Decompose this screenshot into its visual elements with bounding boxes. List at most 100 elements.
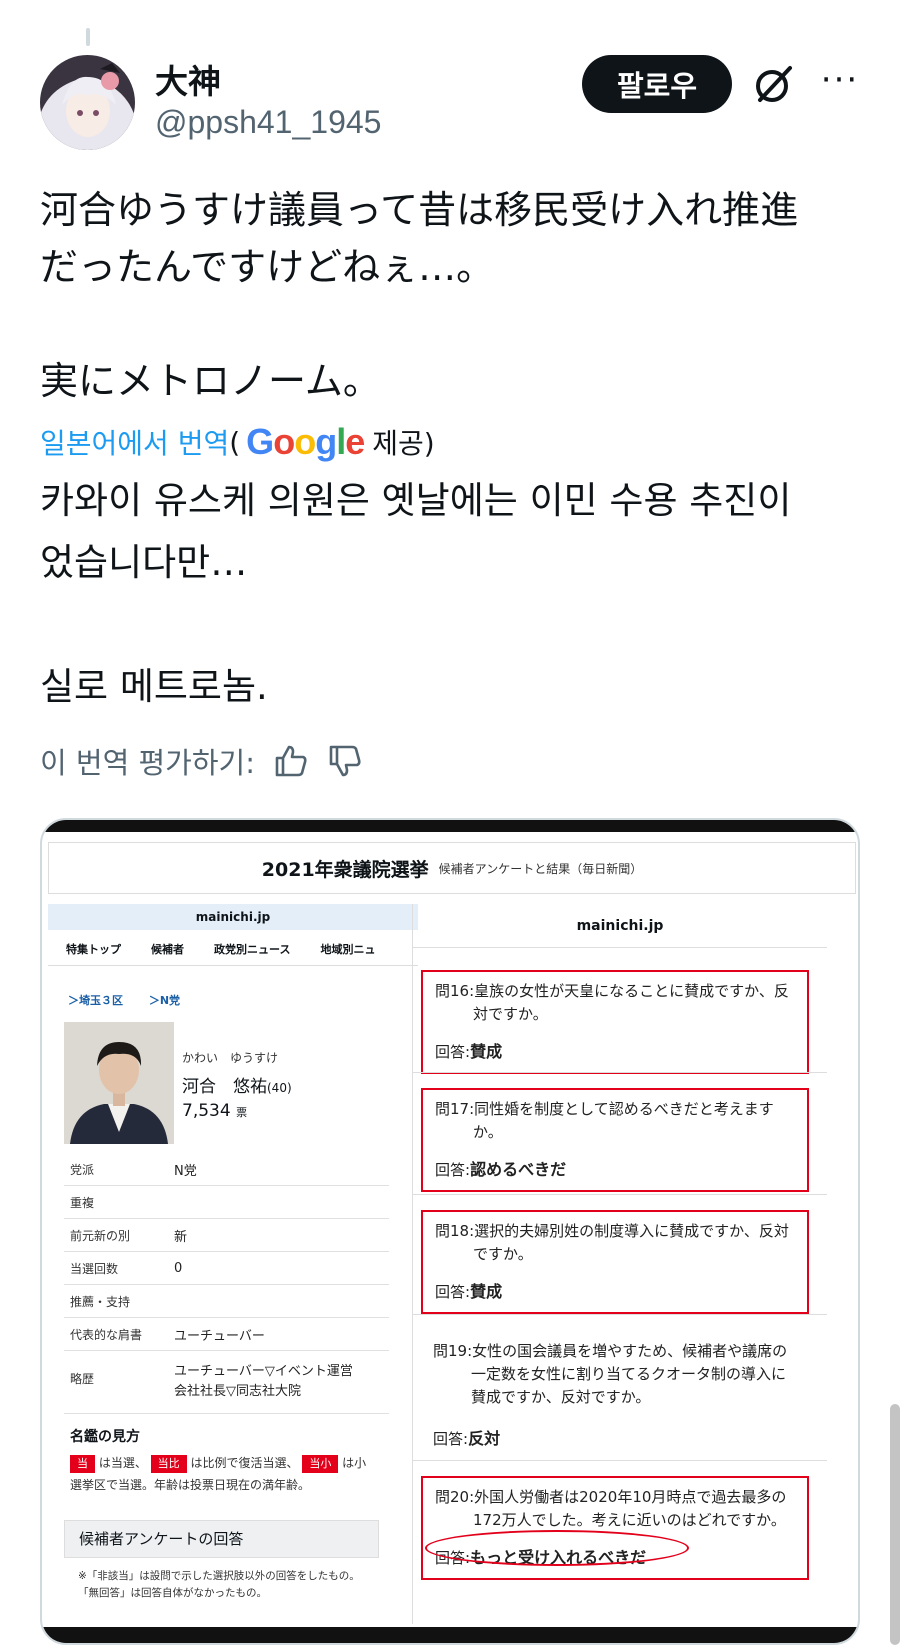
info-key: 重複 (70, 1196, 95, 1210)
info-row: 略歴 ユーチューバー▽イベント運営 会社社長▽同志社大院 (64, 1352, 389, 1414)
info-row: 代表的な肩書 ユーチューバー (64, 1319, 389, 1351)
info-key: 推薦・支持 (70, 1295, 131, 1309)
answer-value: 認めるべきだ (470, 1160, 567, 1179)
nav-item: 地域別ニュ (320, 942, 376, 956)
image-title-bar: 2021年衆議院選挙 候補者アンケートと結果（毎日新聞） (48, 842, 856, 894)
legend-part: は小 (342, 1456, 367, 1470)
red-circle-highlight (425, 1530, 689, 1566)
thread-connector-line (86, 28, 90, 46)
answer-label: 回答: (435, 1283, 471, 1301)
legend-part: 選挙区で当選。年齢は投票日現在の満年齢。 (70, 1478, 311, 1492)
survey-panel: mainichi.jp 問16:皇族の女性が天皇になることに賛成ですか、反対です… (412, 904, 827, 1624)
legend-title: 名鑑の見方 (70, 1429, 140, 1445)
translation-provider-suffix: 제공) (372, 427, 435, 460)
attached-image[interactable]: 2021年衆議院選挙 候補者アンケートと結果（毎日新聞） mainichi.jp… (40, 818, 860, 1645)
info-key: 前元新の別 (70, 1229, 131, 1243)
breadcrumb-party: N党 (159, 994, 181, 1007)
divider (413, 1194, 827, 1195)
survey-question-20: 問20:外国人労働者は2020年10月時点で過去最多の172万人でした。考えに近… (421, 1476, 809, 1580)
candidate-kana: かわい ゆうすけ (182, 1051, 279, 1065)
info-value: ユーチューバー▽イベント運営 会社社長▽同志社大院 (174, 1364, 353, 1399)
right-site-header: mainichi.jp (413, 904, 827, 948)
legend-part: は比例で復活当選、 (190, 1456, 299, 1470)
question-text: 問17:同性婚を制度として認めるべきだと考えますか。 (435, 1100, 774, 1141)
question-text: 問20:外国人労働者は2020年10月時点で過去最多の172万人でした。考えに近… (435, 1488, 787, 1529)
tag-district: 当小 (302, 1455, 339, 1473)
question-text: 問18:選択的夫婦別姓の制度導入に賛成ですか、反対ですか。 (435, 1222, 789, 1263)
candidate-name-line: 河合 悠祐(40) (182, 1072, 292, 1097)
info-value: 0 (174, 1261, 183, 1276)
candidate-age: (40) (267, 1081, 292, 1095)
info-row: 当選回数 0 (64, 1253, 389, 1285)
answer-value: 賛成 (470, 1282, 503, 1301)
nav-item: 特集トップ (66, 942, 121, 956)
tag-elected: 当 (70, 1455, 95, 1473)
votes-unit: 票 (236, 1106, 248, 1119)
info-row: 推薦・支持 (64, 1286, 389, 1318)
answer: 回答:賛成 (435, 1040, 795, 1064)
candidate-photo (64, 1022, 174, 1144)
candidate-name: 河合 悠祐 (182, 1077, 267, 1097)
follow-button[interactable]: 팔로우 (582, 55, 732, 113)
translation-paren-open: ( (229, 425, 241, 459)
info-key: 代表的な肩書 (70, 1328, 143, 1342)
answer-label: 回答: (435, 1161, 471, 1179)
info-value: 新 (174, 1230, 188, 1245)
user-handle[interactable]: @ppsh41_1945 (155, 104, 381, 141)
answer: 回答:もっと受け入れるべきだ (425, 1530, 795, 1570)
image-top-bar (42, 820, 858, 832)
answers-note: ※「非該当」は設問で示した選択肢以外の回答をしたもの。 「無回答」は回答自体がな… (78, 1570, 360, 1599)
translated-from-link[interactable]: 일본어에서 번역 (40, 422, 229, 462)
display-name[interactable]: 大神 (155, 55, 221, 103)
candidate-votes-line: 7,534 票 (182, 1101, 292, 1121)
survey-question-17: 問17:同性婚を制度として認めるべきだと考えますか。 回答:認めるべきだ (421, 1088, 809, 1192)
survey-question-18: 問18:選択的夫婦別姓の制度導入に賛成ですか、反対ですか。 回答:賛成 (421, 1210, 809, 1314)
thumbs-down-icon[interactable] (327, 743, 363, 779)
thumbs-up-icon[interactable] (273, 743, 309, 779)
tag-revival: 当比 (150, 1455, 187, 1473)
grok-icon[interactable] (752, 62, 796, 106)
image-bottom-bar (42, 1627, 858, 1643)
info-key: 党派 (70, 1163, 95, 1177)
info-row: 重複 (64, 1187, 389, 1219)
candidate-panel: mainichi.jp 特集トップ 候補者 政党別ニュース 地域別ニュ ＞埼玉３… (48, 904, 418, 1624)
info-row: 党派 N党 (64, 1154, 389, 1186)
post-text: 河合ゆうすけ議員って昔は移民受け入れ推進 だったんですけどねぇ…。 実にメトロノ… (40, 188, 799, 403)
divider (413, 1460, 827, 1461)
info-row: 前元新の別 新 (64, 1220, 389, 1252)
candidate-info: かわい ゆうすけ 河合 悠祐(40) 7,534 票 (182, 1049, 292, 1121)
breadcrumb: ＞埼玉３区 ＞N党 (68, 994, 181, 1007)
question-text: 問19:女性の国会議員を増やすため、候補者や議席の一定数を女性に割り当てるクオー… (433, 1342, 788, 1406)
breadcrumb-district: 埼玉３区 (79, 994, 123, 1007)
info-key: 略歴 (70, 1372, 95, 1386)
candidate-votes: 7,534 (182, 1101, 231, 1121)
legend-part: は当選、 (98, 1456, 147, 1470)
rate-translation: 이 번역 평가하기: (40, 740, 363, 782)
scrollbar[interactable] (890, 1404, 900, 1645)
answer-label: 回答: (435, 1043, 471, 1061)
answers-heading: 候補者アンケートの回答 (64, 1520, 379, 1558)
answer: 回答:反対 (433, 1427, 797, 1451)
left-site-header: mainichi.jp (48, 904, 418, 930)
info-value: ユーチューバー (174, 1329, 265, 1344)
answer-label: 回答: (433, 1430, 469, 1448)
answer: 回答:認めるべきだ (435, 1158, 795, 1182)
image-title: 2021年衆議院選挙 (261, 858, 429, 881)
survey-question-19: 問19:女性の国会議員を増やすため、候補者や議席の一定数を女性に割り当てるクオー… (421, 1332, 809, 1459)
nav-item: 候補者 (151, 942, 184, 956)
left-nav: 特集トップ 候補者 政党別ニュース 地域別ニュ (48, 932, 418, 966)
answer-value: 賛成 (470, 1042, 503, 1061)
divider (413, 1072, 827, 1073)
more-options-icon[interactable]: ··· (818, 60, 862, 104)
google-logo: Google (246, 421, 365, 462)
rate-translation-label: 이 번역 평가하기: (40, 746, 255, 780)
question-text: 問16:皇族の女性が天皇になることに賛成ですか、反対ですか。 (435, 982, 789, 1023)
answer-value: 反対 (468, 1429, 501, 1448)
info-key: 当選回数 (70, 1262, 119, 1276)
survey-question-16: 問16:皇族の女性が天皇になることに賛成ですか、反対ですか。 回答:賛成 (421, 970, 809, 1074)
translated-text: 카와이 유스케 의원은 옛날에는 이민 수용 추진이 었습니다만… 실로 메트로… (40, 479, 792, 708)
avatar[interactable] (40, 55, 135, 150)
legend-text: 当 は当選、 当比 は比例で復活当選、 当小 は小 選挙区で当選。年齢は投票日現… (70, 1452, 390, 1496)
divider (413, 1314, 827, 1315)
translation-attribution: 일본어에서 번역 ( Google 제공) (40, 421, 435, 463)
